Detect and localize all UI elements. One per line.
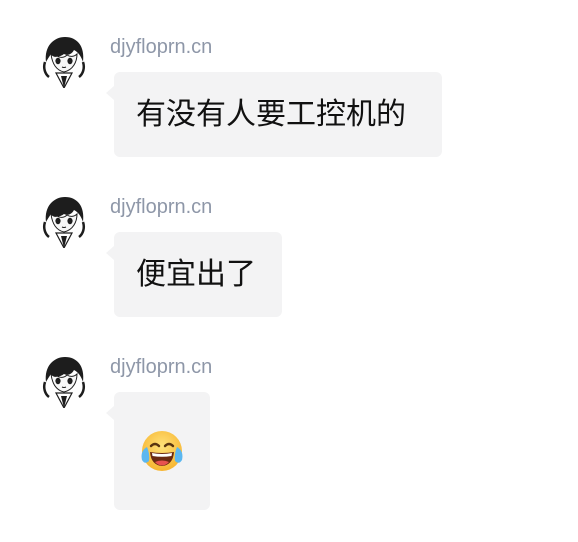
sender-name[interactable]: djyfloprn.cn: [110, 355, 212, 379]
message-text: 便宜出了: [136, 257, 256, 292]
message-bubble[interactable]: 有没有人要工控机的: [106, 72, 442, 157]
message-text: 有没有人要工控机的: [136, 97, 406, 132]
anime-avatar-icon: [36, 32, 92, 88]
message-bubble[interactable]: 便宜出了: [106, 232, 282, 317]
chat-conversation: djyfloprn.cn 有没有人要工控机的 djyfloprn.cn 便宜出了: [0, 0, 578, 542]
sender-name[interactable]: djyfloprn.cn: [110, 195, 212, 219]
tears-of-joy-emoji-icon: [138, 427, 186, 475]
sender-avatar[interactable]: [36, 352, 92, 408]
anime-avatar-icon: [36, 192, 92, 248]
sender-name[interactable]: djyfloprn.cn: [110, 35, 212, 59]
anime-avatar-icon: [36, 352, 92, 408]
message-bubble[interactable]: [106, 392, 210, 510]
sender-avatar[interactable]: [36, 192, 92, 248]
sender-avatar[interactable]: [36, 32, 92, 88]
